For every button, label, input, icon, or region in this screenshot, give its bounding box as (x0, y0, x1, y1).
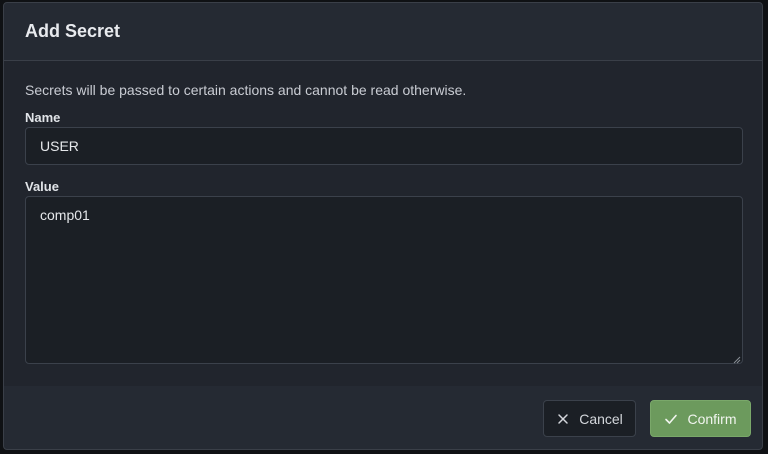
cancel-button-label: Cancel (579, 410, 623, 427)
resize-handle-icon[interactable] (733, 356, 741, 364)
dialog-description: Secrets will be passed to certain action… (25, 82, 467, 98)
value-label: Value (25, 179, 59, 194)
dialog-header: Add Secret (4, 3, 762, 61)
cancel-button[interactable]: Cancel (543, 400, 636, 437)
confirm-button-label: Confirm (687, 410, 737, 427)
dialog-title: Add Secret (25, 20, 121, 41)
name-input[interactable] (25, 127, 743, 165)
confirm-button[interactable]: Confirm (650, 400, 751, 437)
x-icon (558, 413, 568, 424)
dialog-footer: Cancel Confirm (4, 386, 762, 449)
dialog-body: Secrets will be passed to certain action… (4, 61, 762, 386)
check-icon (665, 414, 678, 424)
name-label: Name (25, 110, 61, 125)
value-textarea[interactable]: comp01 (25, 196, 743, 364)
add-secret-dialog: Add Secret Secrets will be passed to cer… (3, 2, 763, 450)
